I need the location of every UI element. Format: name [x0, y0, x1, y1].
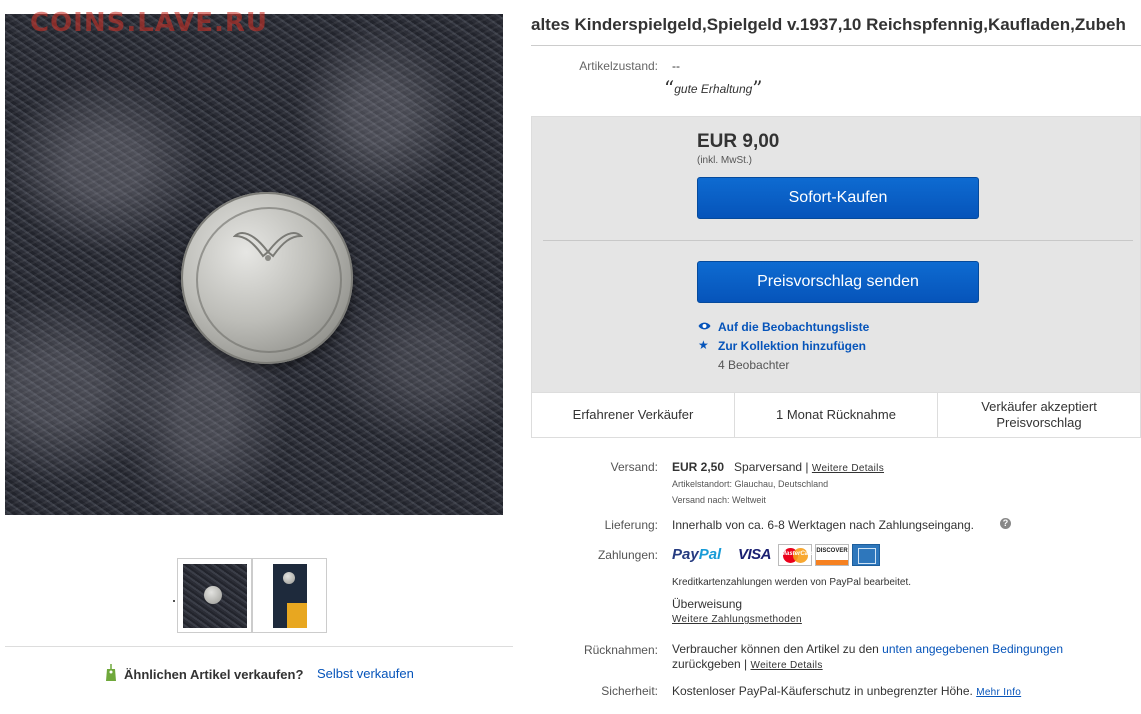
open-quote-icon: “	[664, 76, 675, 100]
returns-text-line2: zurückgeben | Weitere Details	[672, 657, 823, 671]
help-icon[interactable]: ?	[1000, 518, 1011, 529]
amex-gladiator	[858, 548, 876, 564]
amex-logo	[852, 544, 880, 566]
item-location: Artikelstandort: Glauchau, Deutschland	[672, 479, 829, 489]
shipping-method: Sparversand |	[734, 460, 809, 474]
bank-transfer: Überweisung	[672, 597, 743, 611]
buy-it-now-button[interactable]: Sofort-Kaufen	[697, 177, 979, 219]
condition-quote-text: gute Erhaltung	[674, 82, 753, 96]
thumbnail-1-coin	[204, 586, 222, 604]
badge-returns: 1 Monat Rücknahme	[735, 393, 938, 437]
shipping-line: EUR 2,50 Sparversand | Weitere Details	[672, 460, 884, 474]
paypal-logo-part1: Pay	[672, 546, 699, 563]
watcher-count: 4 Beobachter	[718, 358, 790, 372]
title-divider	[531, 45, 1141, 46]
returns-details-link[interactable]: Weitere Details	[751, 660, 823, 671]
thumbnail-2-yellow-object	[287, 603, 307, 628]
shipping-cost: EUR 2,50	[672, 460, 725, 474]
paypal-logo: PayPal	[672, 546, 721, 563]
price-tag-icon	[106, 664, 116, 681]
sell-yourself-link[interactable]: Selbst verkaufen	[317, 666, 414, 681]
ships-to: Versand nach: Weltweit	[672, 495, 766, 505]
gallery-dot	[173, 600, 175, 602]
price: EUR 9,00	[697, 131, 780, 152]
returns-text: Verbraucher können den Artikel zu den un…	[672, 642, 1063, 656]
returns-label: Rücknahmen:	[583, 643, 658, 657]
make-offer-button[interactable]: Preisvorschlag senden	[697, 261, 979, 303]
discover-bar	[816, 560, 848, 565]
sell-similar-question: Ähnlichen Artikel verkaufen?	[124, 667, 304, 682]
buyer-protection-text: Kostenloser PayPal-Käuferschutz in unbeg…	[672, 684, 973, 698]
star-icon: ★	[698, 338, 709, 352]
more-info-link[interactable]: Mehr Info	[976, 687, 1021, 698]
mastercard-logo: MasterCard	[778, 544, 815, 566]
close-quote-icon: ”	[752, 76, 763, 100]
discover-text: DISCOVER	[816, 548, 848, 554]
vat-note: (inkl. MwSt.)	[697, 155, 752, 166]
returns-text-a: Verbraucher können den Artikel zu den	[672, 642, 879, 656]
condition-description: “gute Erhaltung”	[664, 76, 763, 100]
add-to-collection-link[interactable]: Zur Kollektion hinzufügen	[718, 339, 866, 353]
returns-conditions-link[interactable]: unten angegebenen Bedingungen	[882, 642, 1063, 656]
security-text: Kostenloser PayPal-Käuferschutz in unbeg…	[672, 684, 1021, 698]
payments-label: Zahlungen:	[597, 548, 658, 562]
visa-logo: VISA	[738, 546, 772, 563]
shipping-details-link[interactable]: Weitere Details	[812, 463, 884, 474]
seller-badges: Erfahrener Verkäufer 1 Monat Rücknahme V…	[531, 393, 1141, 438]
divider	[5, 646, 513, 647]
badge-experienced-seller: Erfahrener Verkäufer	[532, 393, 735, 437]
shipping-label: Versand:	[610, 460, 658, 474]
delivery-value: Innerhalb von ca. 6-8 Werktagen nach Zah…	[672, 518, 974, 532]
eye-icon	[698, 322, 711, 330]
returns-text-b: zurückgeben |	[672, 657, 748, 671]
coin-eagle-emblem	[233, 232, 303, 261]
discover-logo: DISCOVER	[815, 544, 849, 566]
watermark: COINS.LAVE.RU	[30, 8, 269, 38]
add-to-watchlist-link[interactable]: Auf die Beobachtungsliste	[718, 320, 869, 334]
listing-title: altes Kinderspielgeld,Spielgeld v.1937,1…	[531, 15, 1126, 34]
paypal-logo-part2: Pal	[698, 546, 722, 563]
delivery-label: Lieferung:	[604, 518, 658, 532]
condition-value: --	[672, 59, 680, 73]
mastercard-text: MasterCard	[781, 551, 815, 557]
paypal-note: Kreditkartenzahlungen werden von PayPal …	[672, 577, 912, 588]
condition-label: Artikelzustand:	[579, 59, 658, 73]
thumbnail-2-coin	[283, 572, 295, 584]
buy-box-divider	[543, 240, 1133, 241]
more-payment-methods-link[interactable]: Weitere Zahlungsmethoden	[672, 614, 802, 625]
thumbnail-1[interactable]	[177, 558, 252, 633]
security-label: Sicherheit:	[601, 684, 658, 698]
badge-accepts-offers: Verkäufer akzeptiert Preisvorschlag	[981, 399, 1097, 430]
thumbnail-2[interactable]	[252, 558, 327, 633]
